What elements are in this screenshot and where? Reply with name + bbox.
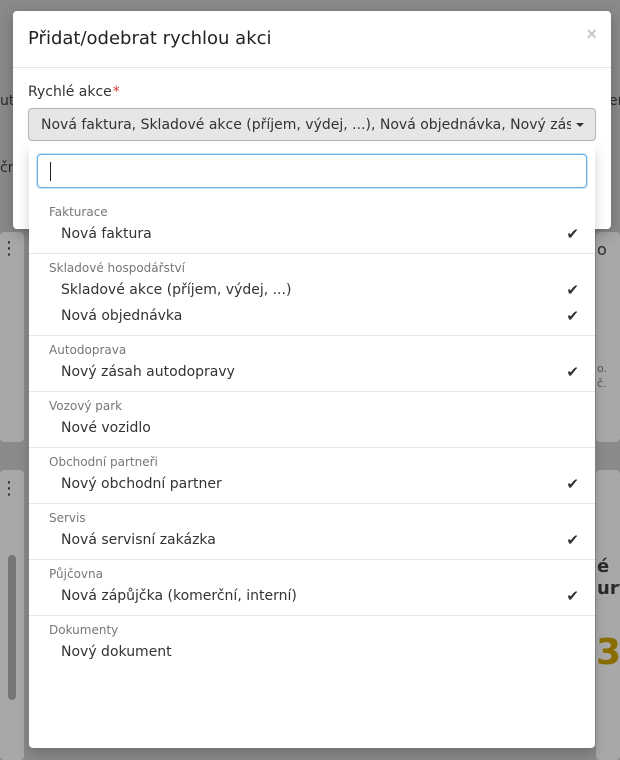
drag-handle-icon: ⋮ — [0, 238, 18, 259]
bg-fragment: č. — [597, 377, 607, 390]
checkmark-icon: ✔ — [566, 307, 579, 325]
option-group: Obchodní partneři Nový obchodní partner ✔ — [29, 447, 595, 503]
checkmark-icon: ✔ — [566, 363, 579, 381]
option-group-header: Dokumenty — [49, 623, 119, 637]
checkmark-icon: ✔ — [566, 531, 579, 549]
option-label: Nová zápůjčka (komerční, interní) — [61, 588, 297, 604]
dropdown-option[interactable]: Nová zápůjčka (komerční, interní) ✔ — [29, 583, 595, 609]
text-cursor — [50, 162, 51, 181]
option-group-header: Servis — [49, 511, 86, 525]
option-group: Fakturace Nová faktura ✔ — [29, 198, 595, 253]
dropdown-option[interactable]: Nový obchodní partner ✔ — [29, 471, 595, 497]
option-group: Dokumenty Nový dokument — [29, 615, 595, 671]
option-group: Autodoprava Nový zásah autodopravy ✔ — [29, 335, 595, 391]
bg-fragment: é — [597, 556, 610, 577]
field-label-text: Rychlé akce — [28, 84, 112, 100]
option-group-header: Skladové hospodářství — [49, 261, 185, 275]
modal-header: Přidat/odebrat rychlou akci × — [13, 11, 611, 68]
required-marker: * — [112, 84, 120, 100]
option-group: Servis Nová servisní zakázka ✔ — [29, 503, 595, 559]
caret-down-icon — [576, 123, 584, 127]
bg-scrollbar — [8, 555, 16, 700]
option-group: Skladové hospodářství Skladové akce (příj… — [29, 253, 595, 335]
quick-actions-dropdown: Fakturace Nová faktura ✔ Skladové hospodářs… — [29, 144, 595, 748]
option-label: Nová objednávka — [61, 308, 183, 324]
option-group: Vozový park Nové vozidlo — [29, 391, 595, 447]
close-icon[interactable]: × — [586, 25, 597, 43]
dropdown-option[interactable]: Skladové akce (příjem, výdej, ...) ✔ — [29, 277, 595, 303]
checkmark-icon: ✔ — [566, 587, 579, 605]
option-groups: Fakturace Nová faktura ✔ Skladové hospodářs… — [29, 198, 595, 671]
bg-panel-right-top — [596, 232, 620, 442]
dropdown-option[interactable]: Nová faktura ✔ — [29, 221, 595, 247]
option-group-header: Vozový park — [49, 399, 123, 413]
quick-actions-select[interactable]: Nová faktura, Skladové akce (příjem, výd… — [28, 108, 596, 141]
bg-panel-left-top — [0, 232, 24, 442]
option-group-header: Autodoprava — [49, 343, 127, 357]
option-group: Půjčovna Nová zápůjčka (komerční, interní… — [29, 559, 595, 615]
dropdown-search-wrap — [29, 144, 595, 198]
option-label: Skladové akce (příjem, výdej, ...) — [61, 282, 292, 298]
bg-fragment: o. — [597, 362, 608, 375]
modal-body: Rychlé akce* — [13, 68, 611, 100]
checkmark-icon: ✔ — [566, 225, 579, 243]
dropdown-option[interactable]: Nová objednávka ✔ — [29, 303, 595, 329]
bg-fragment: o — [597, 240, 607, 259]
quick-actions-label: Rychlé akce* — [28, 84, 596, 100]
selected-values: Nová faktura, Skladové akce (příjem, výd… — [41, 116, 571, 133]
option-label: Nová servisní zakázka — [61, 532, 216, 548]
option-group-header: Obchodní partneři — [49, 455, 158, 469]
option-label: Nový obchodní partner — [61, 476, 222, 492]
option-label: Nový zásah autodopravy — [61, 364, 235, 380]
dropdown-search-input[interactable] — [37, 154, 587, 188]
checkmark-icon: ✔ — [566, 281, 579, 299]
bg-fragment: ury — [597, 578, 620, 599]
option-label: Nové vozidlo — [61, 420, 151, 436]
option-group-header: Fakturace — [49, 205, 108, 219]
modal-title: Přidat/odebrat rychlou akci — [28, 28, 272, 49]
dropdown-option[interactable]: Nová servisní zakázka ✔ — [29, 527, 595, 553]
option-label: Nový dokument — [61, 644, 172, 660]
dropdown-option[interactable]: Nový dokument — [29, 639, 595, 665]
option-label: Nová faktura — [61, 226, 152, 242]
bg-big-number: 3 — [596, 632, 620, 673]
dropdown-option[interactable]: Nové vozidlo — [29, 415, 595, 441]
bg-panel-right-bottom — [596, 470, 620, 760]
option-group-header: Půjčovna — [49, 567, 103, 581]
checkmark-icon: ✔ — [566, 475, 579, 493]
dropdown-option[interactable]: Nový zásah autodopravy ✔ — [29, 359, 595, 385]
drag-handle-icon: ⋮ — [0, 478, 18, 499]
